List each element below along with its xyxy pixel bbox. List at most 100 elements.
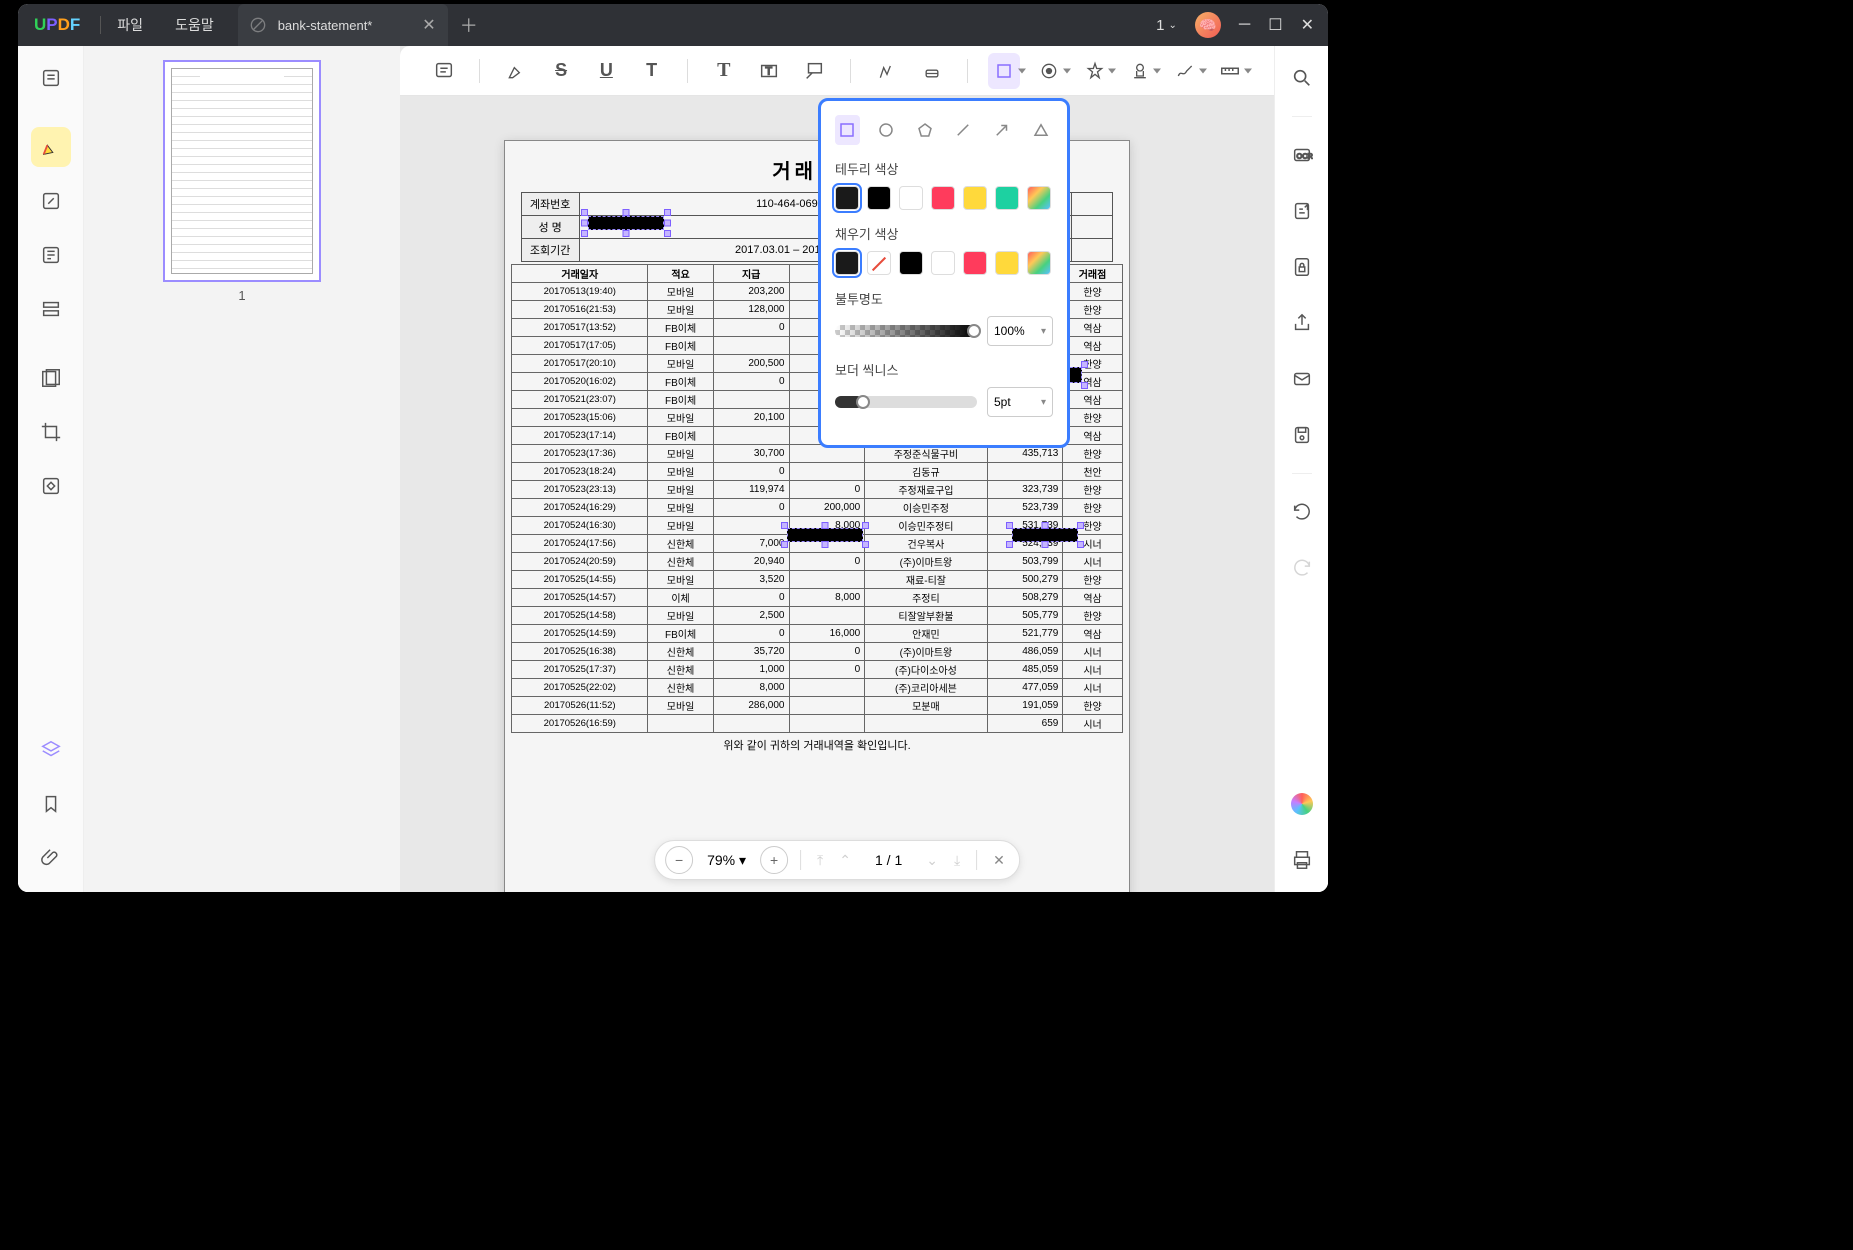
page-thumbnail[interactable] bbox=[163, 60, 321, 282]
border-color-swatch[interactable] bbox=[867, 186, 891, 210]
text-icon[interactable]: T bbox=[708, 53, 739, 89]
protect-icon[interactable] bbox=[1284, 249, 1320, 285]
attachment-icon[interactable] bbox=[31, 838, 71, 878]
border-color-swatch[interactable] bbox=[963, 186, 987, 210]
organize-pages-icon[interactable] bbox=[31, 235, 71, 275]
opacity-select[interactable]: 100% bbox=[987, 316, 1053, 346]
document-viewport: S U T T T bbox=[400, 46, 1274, 892]
page-indicator[interactable]: 1 / 1 bbox=[863, 852, 914, 868]
note-icon[interactable] bbox=[428, 53, 459, 89]
last-page-icon[interactable]: ⤓ bbox=[950, 852, 964, 869]
search-icon[interactable] bbox=[1284, 60, 1320, 96]
measure-icon[interactable] bbox=[1215, 53, 1246, 89]
pencil-icon[interactable] bbox=[871, 53, 902, 89]
share-icon[interactable] bbox=[1284, 305, 1320, 341]
fill-color-swatch[interactable] bbox=[995, 251, 1019, 275]
tools-icon[interactable] bbox=[31, 466, 71, 506]
ai-assistant-icon[interactable] bbox=[1284, 786, 1320, 822]
next-page-icon[interactable]: ⌄ bbox=[922, 852, 942, 869]
svg-text:OCR: OCR bbox=[1296, 152, 1312, 161]
page-count-dropdown[interactable]: 1⌄ bbox=[1156, 17, 1177, 34]
border-color-swatch[interactable] bbox=[995, 186, 1019, 210]
no-preview-icon bbox=[250, 17, 266, 33]
shape-polygon-icon[interactable] bbox=[912, 115, 937, 145]
thickness-label: 보더 씩니스 bbox=[835, 360, 1053, 379]
fill-color-label: 채우기 색상 bbox=[835, 224, 1053, 243]
comment-mode-icon[interactable] bbox=[31, 127, 71, 167]
email-icon[interactable] bbox=[1284, 361, 1320, 397]
shape-rectangle-icon[interactable] bbox=[988, 53, 1019, 89]
user-avatar[interactable]: 🧠 bbox=[1195, 12, 1221, 38]
annotation-toolbar: S U T T T bbox=[400, 46, 1274, 96]
shape-rect-icon[interactable] bbox=[835, 115, 860, 145]
crop-icon[interactable] bbox=[31, 412, 71, 452]
border-color-swatch[interactable] bbox=[899, 186, 923, 210]
redact-icon[interactable] bbox=[31, 358, 71, 398]
highlight-icon[interactable] bbox=[500, 53, 531, 89]
fill-color-row bbox=[835, 251, 1053, 275]
fill-color-swatch[interactable] bbox=[835, 251, 859, 275]
stamp2-icon[interactable] bbox=[1124, 53, 1155, 89]
signature-icon[interactable] bbox=[1169, 53, 1200, 89]
left-sidebar bbox=[18, 46, 84, 892]
close-zoom-bar-icon[interactable]: ✕ bbox=[989, 852, 1009, 869]
window-close-icon[interactable]: ✕ bbox=[1301, 15, 1314, 35]
layers-icon[interactable] bbox=[31, 730, 71, 770]
fill-color-custom-swatch[interactable] bbox=[1027, 251, 1051, 275]
thumbnail-label: 1 bbox=[238, 288, 245, 303]
zoom-in-button[interactable]: + bbox=[760, 846, 788, 874]
underline-icon[interactable]: U bbox=[591, 53, 622, 89]
redaction-selection[interactable] bbox=[1010, 526, 1080, 544]
bookmark-icon[interactable] bbox=[31, 784, 71, 824]
squiggly-icon[interactable]: T bbox=[636, 53, 667, 89]
fill-color-swatch[interactable] bbox=[899, 251, 923, 275]
menu-help[interactable]: 도움말 bbox=[175, 15, 214, 35]
first-page-icon[interactable]: ⤒ bbox=[813, 852, 827, 869]
window-maximize-icon[interactable]: ☐ bbox=[1268, 15, 1282, 35]
redaction-selection[interactable] bbox=[585, 213, 667, 233]
document-tab[interactable]: bank-statement* ✕ bbox=[238, 4, 448, 46]
shape-properties-popup: 테두리 색상 채우기 색상 bbox=[818, 98, 1070, 448]
convert-icon[interactable] bbox=[1284, 193, 1320, 229]
shape-triangle-icon[interactable] bbox=[1028, 115, 1053, 145]
tab-close-icon[interactable]: ✕ bbox=[422, 15, 435, 35]
prev-page-icon[interactable]: ⌃ bbox=[835, 852, 855, 869]
border-color-custom-swatch[interactable] bbox=[1027, 186, 1051, 210]
border-color-swatch[interactable] bbox=[835, 186, 859, 210]
shape-circle-icon[interactable] bbox=[874, 115, 899, 145]
new-tab-button[interactable]: ＋ bbox=[460, 12, 478, 38]
form-icon[interactable] bbox=[31, 289, 71, 329]
strikethrough-icon[interactable]: S bbox=[545, 53, 576, 89]
zoom-bar: − 79% ▾ + ⤒ ⌃ 1 / 1 ⌄ ⤓ ✕ bbox=[654, 840, 1020, 880]
sticker-icon[interactable] bbox=[1079, 53, 1110, 89]
opacity-label: 불투명도 bbox=[835, 289, 1053, 308]
print-icon[interactable] bbox=[1284, 842, 1320, 878]
fill-color-swatch[interactable] bbox=[963, 251, 987, 275]
eraser-icon[interactable] bbox=[916, 53, 947, 89]
titlebar: UPDF 파일 도움말 bank-statement* ✕ ＋ 1⌄ 🧠 ─ ☐… bbox=[18, 4, 1328, 46]
reader-mode-icon[interactable] bbox=[31, 58, 71, 98]
border-color-swatch[interactable] bbox=[931, 186, 955, 210]
menu-file[interactable]: 파일 bbox=[117, 15, 143, 35]
shape-line-icon[interactable] bbox=[951, 115, 976, 145]
ocr-icon[interactable]: OCR bbox=[1284, 137, 1320, 173]
zoom-value[interactable]: 79% ▾ bbox=[701, 852, 752, 869]
shape-arrow-icon[interactable] bbox=[990, 115, 1015, 145]
thickness-slider[interactable] bbox=[835, 396, 977, 408]
opacity-slider[interactable] bbox=[835, 325, 977, 337]
fill-color-swatch[interactable] bbox=[931, 251, 955, 275]
thumbnail-panel: 1 bbox=[84, 46, 400, 892]
redo-icon[interactable] bbox=[1284, 550, 1320, 586]
undo-icon[interactable] bbox=[1284, 494, 1320, 530]
edit-text-icon[interactable] bbox=[31, 181, 71, 221]
thickness-select[interactable]: 5pt bbox=[987, 387, 1053, 417]
save-icon[interactable] bbox=[1284, 417, 1320, 453]
callout-icon[interactable] bbox=[799, 53, 830, 89]
fill-color-none-swatch[interactable] bbox=[867, 251, 891, 275]
redaction-selection[interactable] bbox=[785, 526, 865, 544]
textbox-icon[interactable]: T bbox=[753, 53, 784, 89]
stamp-icon[interactable] bbox=[1034, 53, 1065, 89]
window-minimize-icon[interactable]: ─ bbox=[1239, 16, 1250, 34]
app-logo: UPDF bbox=[18, 15, 96, 35]
zoom-out-button[interactable]: − bbox=[665, 846, 693, 874]
